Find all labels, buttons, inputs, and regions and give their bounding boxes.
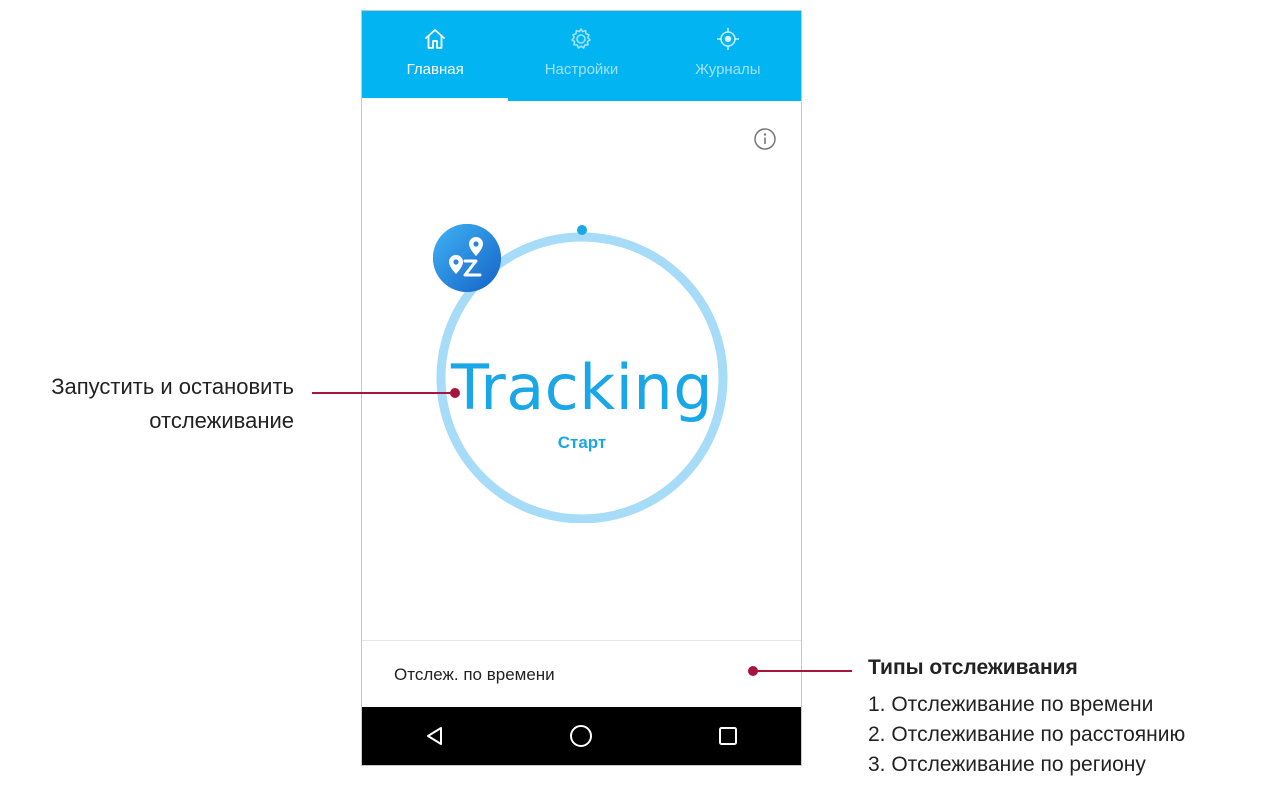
tab-settings[interactable]: Настройки bbox=[508, 11, 654, 101]
callout-dot-left bbox=[450, 388, 460, 398]
tab-settings-label: Настройки bbox=[544, 61, 619, 78]
recents-button[interactable] bbox=[708, 716, 748, 756]
annotation-start-stop-line1: Запустить и остановить bbox=[51, 374, 294, 399]
tab-logs-label: Журналы bbox=[695, 61, 761, 78]
annotation-types-header: Типы отслеживания bbox=[868, 656, 1078, 679]
annotation-tracking-types: Типы отслеживания 1. Отслеживание по вре… bbox=[868, 656, 1185, 780]
ring-indicator-dot bbox=[577, 225, 587, 235]
info-icon[interactable] bbox=[753, 127, 777, 151]
annotation-start-stop: Запустить и остановить отслеживание bbox=[51, 370, 294, 438]
system-nav-bar bbox=[362, 707, 801, 765]
home-icon bbox=[425, 29, 446, 49]
phone-screen: Главная Настройки Журналы Tracking Старт… bbox=[361, 10, 802, 766]
back-triangle-icon bbox=[427, 727, 443, 745]
recent-square-icon bbox=[718, 727, 737, 745]
tracking-toggle[interactable]: Tracking Старт bbox=[432, 223, 732, 523]
tracking-mode-selector[interactable]: Отслеж. по времени bbox=[362, 641, 801, 709]
tab-logs[interactable]: Журналы bbox=[655, 11, 801, 101]
callout-line-right bbox=[752, 670, 852, 672]
callout-line-left bbox=[312, 392, 455, 394]
start-button[interactable]: Старт bbox=[532, 433, 632, 453]
tab-home-label: Главная bbox=[406, 61, 464, 78]
annotation-type-item: 2. Отслеживание по расстоянию bbox=[868, 723, 1186, 746]
tracking-mode-label: Отслеж. по времени bbox=[394, 665, 555, 684]
annotation-start-stop-line2: отслеживание bbox=[149, 408, 294, 433]
route-pin-icon bbox=[433, 224, 501, 292]
annotation-type-item: 1. Отслеживание по времени bbox=[868, 693, 1154, 716]
gear-icon bbox=[571, 28, 592, 49]
location-target-icon bbox=[716, 28, 739, 50]
tracking-title: Tracking bbox=[450, 351, 714, 424]
top-tab-bar: Главная Настройки Журналы bbox=[362, 11, 801, 101]
annotation-type-item: 3. Отслеживание по региону bbox=[868, 753, 1146, 776]
back-button[interactable] bbox=[415, 716, 455, 756]
home-nav-button[interactable] bbox=[561, 716, 601, 756]
tab-home[interactable]: Главная bbox=[362, 11, 509, 101]
callout-dot-right bbox=[748, 666, 758, 676]
home-circle-icon bbox=[570, 725, 593, 747]
